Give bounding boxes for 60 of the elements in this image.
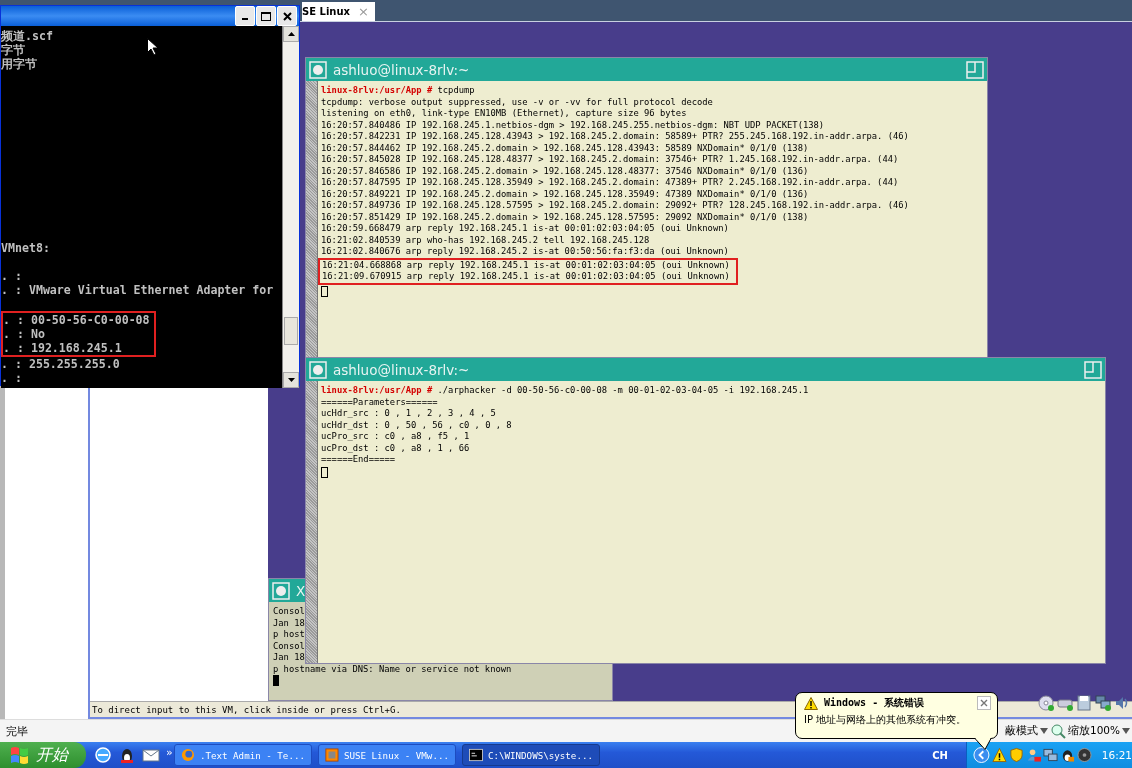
terminal-line: p hostname via DNS: Name or service not known	[273, 663, 513, 675]
terminal-line: 16:20:57.840486 IP 192.168.245.1.netbios-dgm > 192.168.245.255.netbios-dgm: NBT UDP PACKET(138)	[321, 119, 826, 131]
terminal-line: ======End=====	[321, 454, 397, 466]
terminal-line: 16:20:57.851429 IP 192.168.245.2.domain > 192.168.245.128.57595: 29092 NXDomain* 0/1/0 (138)	[321, 211, 810, 223]
console-line: 字节	[1, 43, 25, 57]
terminal-line: 16:20:57.846586 IP 192.168.245.2.domain > 192.168.245.128.48377: 37546 NXDomain* 0/1/0 (136)	[321, 165, 810, 177]
terminal-line: 16:20:57.849736 IP 192.168.245.128.57595 > 192.168.245.2.domain: 29092+ PTR? 128.245.168.192.in-addr.arpa. (46)	[321, 200, 910, 212]
status-text: To direct input to this VM, click inside or press Ctrl+G.	[92, 704, 401, 715]
console-line: . : VMware Virtual Ethernet Adapter for	[1, 283, 274, 297]
window-title: ashluo@linux-8rlv:~	[333, 361, 470, 378]
language-indicator[interactable]: CH	[932, 749, 948, 761]
terminal-line: 16:20:57.844462 IP 192.168.245.2.domain > 192.168.245.128.43943: 58589 NXDomain* 0/1/0 (138)	[321, 142, 810, 154]
console-line: . : 192.168.245.1	[3, 341, 122, 355]
terminal-line: ucHdr_src : 0 , 1 , 2 , 3 , 4 , 5	[321, 408, 497, 420]
console-line: . : No	[3, 327, 45, 341]
command-text: tcpdump	[437, 85, 475, 95]
terminal-line: Consol	[273, 606, 306, 618]
terminal-line: ucHdr_dst : 0 , 50 , 56 , c0 , 0 , 8	[321, 419, 513, 431]
taskbar-button[interactable]: SUSE Linux - VMw...	[318, 744, 456, 766]
terminal-line: 16:21:02.840676 arp reply 192.168.245.2 is-at 00:50:56:fa:f3:da (oui Unknown)	[321, 246, 730, 258]
console-line: . : 255.255.255.0	[1, 357, 120, 371]
mode-dropdown[interactable]: 蔽模式	[1004, 724, 1038, 738]
terminal-line: 16:20:57.845028 IP 192.168.245.128.48377 > 192.168.245.2.domain: 37546+ PTR? 1.245.168.192.in-addr.arpa. (44)	[321, 154, 900, 166]
terminal-line: p host	[273, 629, 306, 641]
more-button[interactable]: »	[166, 746, 173, 759]
start-button[interactable]: 开始	[0, 742, 86, 768]
clock: 16:21	[1101, 749, 1132, 761]
vm-tab[interactable]: SE Linux ×	[302, 1, 375, 21]
taskbar-button[interactable]: .Text Admin - Te...	[174, 744, 312, 766]
terminal-line: tcpdump: verbose output suppressed, use -v or -vv for full protocol decode	[321, 96, 714, 108]
shell-prompt: linux-8rlv:/usr/App #	[321, 85, 433, 95]
terminal-line: 16:21:09.670915 arp reply 192.168.245.1 is-at 00:01:02:03:04:05 (oui Unknown)	[322, 271, 730, 283]
terminal-line: 16:20:59.668479 arp reply 192.168.245.1 is-at 00:01:02:03:04:05 (oui Unknown)	[321, 223, 730, 235]
terminal-line: 16:20:57.847595 IP 192.168.245.128.35949 > 192.168.245.2.domain: 47389+ PTR? 2.245.168.192.in-addr.arpa. (44)	[321, 177, 900, 189]
terminal-line: 16:20:57.849221 IP 192.168.245.2.domain > 192.168.245.128.35949: 47389 NXDomain* 0/1/0 (136)	[321, 188, 810, 200]
taskbar-button[interactable]: C:\WINDOWS\syste...	[462, 744, 600, 766]
command-text: ./arphacker -d 00-50-56-c0-00-08 -m 00-01-02-03-04-05 -i 192.168.245.1	[437, 385, 809, 395]
console-line: . :	[1, 371, 22, 385]
terminal-line: 16:21:02.840539 arp who-has 192.168.245.2 tell 192.168.245.128	[321, 234, 651, 246]
zoom-dropdown[interactable]: 缩放100%	[1067, 724, 1120, 738]
terminal-line: 16:20:57.842231 IP 192.168.245.128.43943 > 192.168.245.2.domain: 58589+ PTR? 255.245.168.192.in-addr.arpa. (46)	[321, 131, 910, 143]
terminal-line: listening on eth0, link-type EN10MB (Ethernet), capture size 96 bytes	[321, 108, 688, 120]
balloon-title: Windows - 系统错误	[824, 696, 925, 710]
console-line: 用字节	[1, 57, 37, 71]
shell-prompt: linux-8rlv:/usr/App #	[321, 385, 433, 395]
terminal-line: Jan 18	[273, 617, 306, 629]
console-line: 频道.scf	[1, 29, 53, 43]
terminal-line: 16:21:04.668868 arp reply 192.168.245.1 is-at 00:01:02:03:04:05 (oui Unknown)	[322, 259, 730, 271]
terminal-line: ucPro_src : c0 , a8 , f5 , 1	[321, 431, 471, 443]
console-line: VMnet8:	[1, 241, 50, 255]
console-line: . : 00-50-56-C0-00-08	[3, 313, 150, 327]
console-line: . :	[1, 269, 22, 283]
terminal-line: Jan 18	[273, 652, 306, 664]
terminal-line: ======Parameters======	[321, 396, 439, 408]
terminal-line: Consol	[273, 640, 306, 652]
status-text: 完毕	[6, 723, 28, 739]
balloon-message: IP 地址与网络上的其他系统有冲突。	[804, 713, 968, 727]
terminal-line: ucPro_dst : c0 , a8 , 1 , 66	[321, 442, 471, 454]
window-title: X	[296, 582, 306, 599]
window-title: ashluo@linux-8rlv:~	[333, 61, 470, 78]
